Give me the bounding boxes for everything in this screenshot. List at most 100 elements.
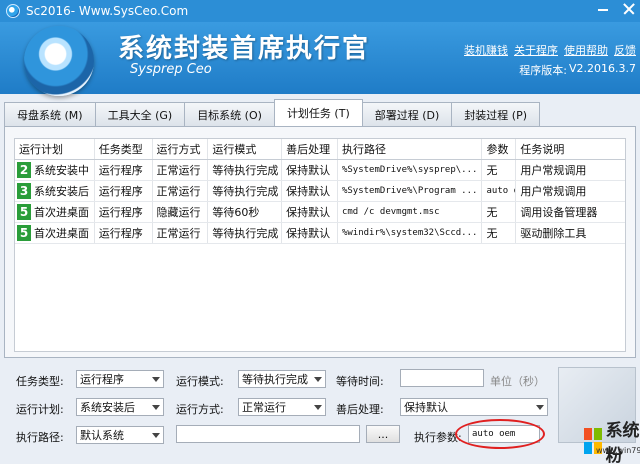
watermark-text: 系统粉: [605, 421, 640, 464]
table-header: 运行计划 任务类型 运行方式 运行模式 善后处理 执行路径 参数 任务说明: [15, 139, 625, 160]
col-header[interactable]: 善后处理: [282, 139, 338, 159]
cell-after: 保持默认: [282, 202, 338, 222]
col-header[interactable]: 运行计划: [15, 139, 95, 159]
link-help[interactable]: 使用帮助: [564, 42, 608, 58]
cell-path: cmd /c devmgmt.msc: [338, 202, 483, 222]
chevron-down-icon: [314, 377, 322, 382]
browse-button[interactable]: ...: [366, 425, 400, 443]
version-info: 程序版本: V2.2016.3.7: [519, 62, 636, 78]
header-banner: 系统封装首席执行官 Sysprep Ceo 装机赚钱 关于程序 使用帮助 反馈 …: [0, 22, 640, 96]
cell-method: 正常运行: [153, 223, 209, 243]
cell-type: 运行程序: [95, 160, 153, 180]
plan-text: 首次进桌面: [34, 206, 89, 219]
cell-param: auto oem: [486, 186, 515, 196]
tab-scheduled-tasks[interactable]: 计划任务 (T): [273, 99, 363, 126]
run-mode-select[interactable]: 等待执行完成: [238, 370, 326, 388]
app-icon: [6, 4, 20, 18]
run-method-label: 运行方式:: [176, 403, 224, 416]
cell-desc: 调用设备管理器: [520, 206, 598, 219]
app-title: 系统封装首席执行官: [118, 34, 371, 64]
order-badge: 5: [17, 225, 31, 241]
cell-path: %SystemDrive%\sysprep\...: [338, 160, 483, 180]
table-row[interactable]: 2 系统安装中 运行程序 正常运行 等待执行完成 保持默认 %SystemDriv…: [15, 160, 625, 181]
cell-method: 隐藏运行: [153, 202, 209, 222]
run-plan-label: 运行计划:: [16, 403, 64, 416]
cell-desc: 驱动删除工具: [520, 227, 587, 240]
watermark: 系统粉: [584, 416, 640, 464]
cell-mode: 等待执行完成: [208, 160, 283, 180]
cell-mode: 等待执行完成: [208, 181, 283, 201]
col-header[interactable]: 运行模式: [208, 139, 283, 159]
after-value: 保持默认: [404, 401, 448, 414]
path-input[interactable]: [176, 425, 360, 443]
wait-time-input[interactable]: [400, 369, 484, 387]
wait-unit-label: 单位（秒）: [490, 375, 545, 388]
order-badge: 2: [17, 162, 31, 178]
col-header[interactable]: 任务类型: [95, 139, 153, 159]
task-type-select[interactable]: 运行程序: [76, 370, 164, 388]
chevron-down-icon: [314, 405, 322, 410]
task-type-value: 运行程序: [80, 373, 124, 386]
table-row[interactable]: 3 系统安装后 运行程序 正常运行 等待执行完成 保持默认 %SystemDriv…: [15, 181, 625, 202]
cell-plan: 5 首次进桌面: [15, 223, 95, 243]
link-earn[interactable]: 装机赚钱: [464, 42, 508, 58]
tab-deploy-process[interactable]: 部署过程 (D): [361, 102, 453, 126]
run-plan-value: 系统安装后: [80, 401, 135, 414]
table-row[interactable]: 5 首次进桌面 运行程序 正常运行 等待执行完成 保持默认 %windir%\sy…: [15, 223, 625, 244]
minimize-icon[interactable]: [596, 2, 610, 16]
highlight-ellipse: [455, 419, 545, 449]
cell-type: 运行程序: [95, 223, 153, 243]
col-header[interactable]: 执行路径: [338, 139, 483, 159]
col-header[interactable]: 参数: [482, 139, 517, 159]
cell-path: %windir%\system32\Sccd...: [338, 223, 483, 243]
path-root-select[interactable]: 默认系统: [76, 426, 164, 444]
after-label: 善后处理:: [336, 403, 384, 416]
tab-package-process[interactable]: 封装过程 (P): [451, 102, 541, 126]
col-header[interactable]: 运行方式: [153, 139, 209, 159]
cell-after: 保持默认: [282, 181, 338, 201]
cell-type: 运行程序: [95, 181, 153, 201]
run-method-value: 正常运行: [242, 401, 286, 414]
cell-mode: 等待执行完成: [208, 223, 283, 243]
plan-text: 系统安装后: [34, 185, 89, 198]
chevron-down-icon: [152, 433, 160, 438]
cell-plan: 3 系统安装后: [15, 181, 95, 201]
tab-master-system[interactable]: 母盘系统 (M): [4, 102, 96, 126]
after-select[interactable]: 保持默认: [400, 398, 548, 416]
chevron-down-icon: [152, 405, 160, 410]
cell-desc: 用户常规调用: [520, 185, 587, 198]
task-table[interactable]: 运行计划 任务类型 运行方式 运行模式 善后处理 执行路径 参数 任务说明 2系…: [14, 138, 626, 352]
wait-time-label: 等待时间:: [336, 375, 384, 388]
tab-target-system[interactable]: 目标系统 (O): [184, 102, 275, 126]
path-root-value: 默认系统: [80, 429, 124, 442]
version-label: 程序版本:: [519, 64, 567, 77]
run-mode-label: 运行模式:: [176, 375, 224, 388]
order-badge: 5: [17, 204, 31, 220]
task-type-label: 任务类型:: [16, 375, 64, 388]
table-row[interactable]: 5 首次进桌面 运行程序 隐藏运行 等待60秒 保持默认 cmd /c devmg…: [15, 202, 625, 223]
tab-bar: 母盘系统 (M) 工具大全 (G) 目标系统 (O) 计划任务 (T) 部署过程…: [4, 99, 541, 126]
plan-text: 系统安装中: [34, 164, 89, 177]
version-value: V2.2016.3.7: [568, 62, 636, 75]
close-icon[interactable]: [622, 2, 636, 16]
run-method-select[interactable]: 正常运行: [238, 398, 326, 416]
cell-method: 正常运行: [153, 160, 209, 180]
chevron-down-icon: [152, 377, 160, 382]
link-feedback[interactable]: 反馈: [614, 42, 636, 58]
run-plan-select[interactable]: 系统安装后: [76, 398, 164, 416]
cell-mode: 等待60秒: [208, 202, 283, 222]
cell-plan: 5 首次进桌面: [15, 202, 95, 222]
link-about[interactable]: 关于程序: [514, 42, 558, 58]
cell-type: 运行程序: [95, 202, 153, 222]
watermark-url: www.win7999.com: [596, 446, 640, 455]
title-bar: Sc2016- Www.SysCeo.Com: [0, 0, 640, 22]
window-title: Sc2016- Www.SysCeo.Com: [26, 4, 189, 18]
header-links: 装机赚钱 关于程序 使用帮助 反馈: [464, 42, 636, 58]
cell-desc: 用户常规调用: [520, 164, 587, 177]
chevron-down-icon: [536, 405, 544, 410]
order-badge: 3: [17, 183, 31, 199]
col-header[interactable]: 任务说明: [516, 139, 625, 159]
plan-text: 首次进桌面: [34, 227, 89, 240]
tab-tools[interactable]: 工具大全 (G): [94, 102, 186, 126]
run-mode-value: 等待执行完成: [242, 373, 308, 386]
